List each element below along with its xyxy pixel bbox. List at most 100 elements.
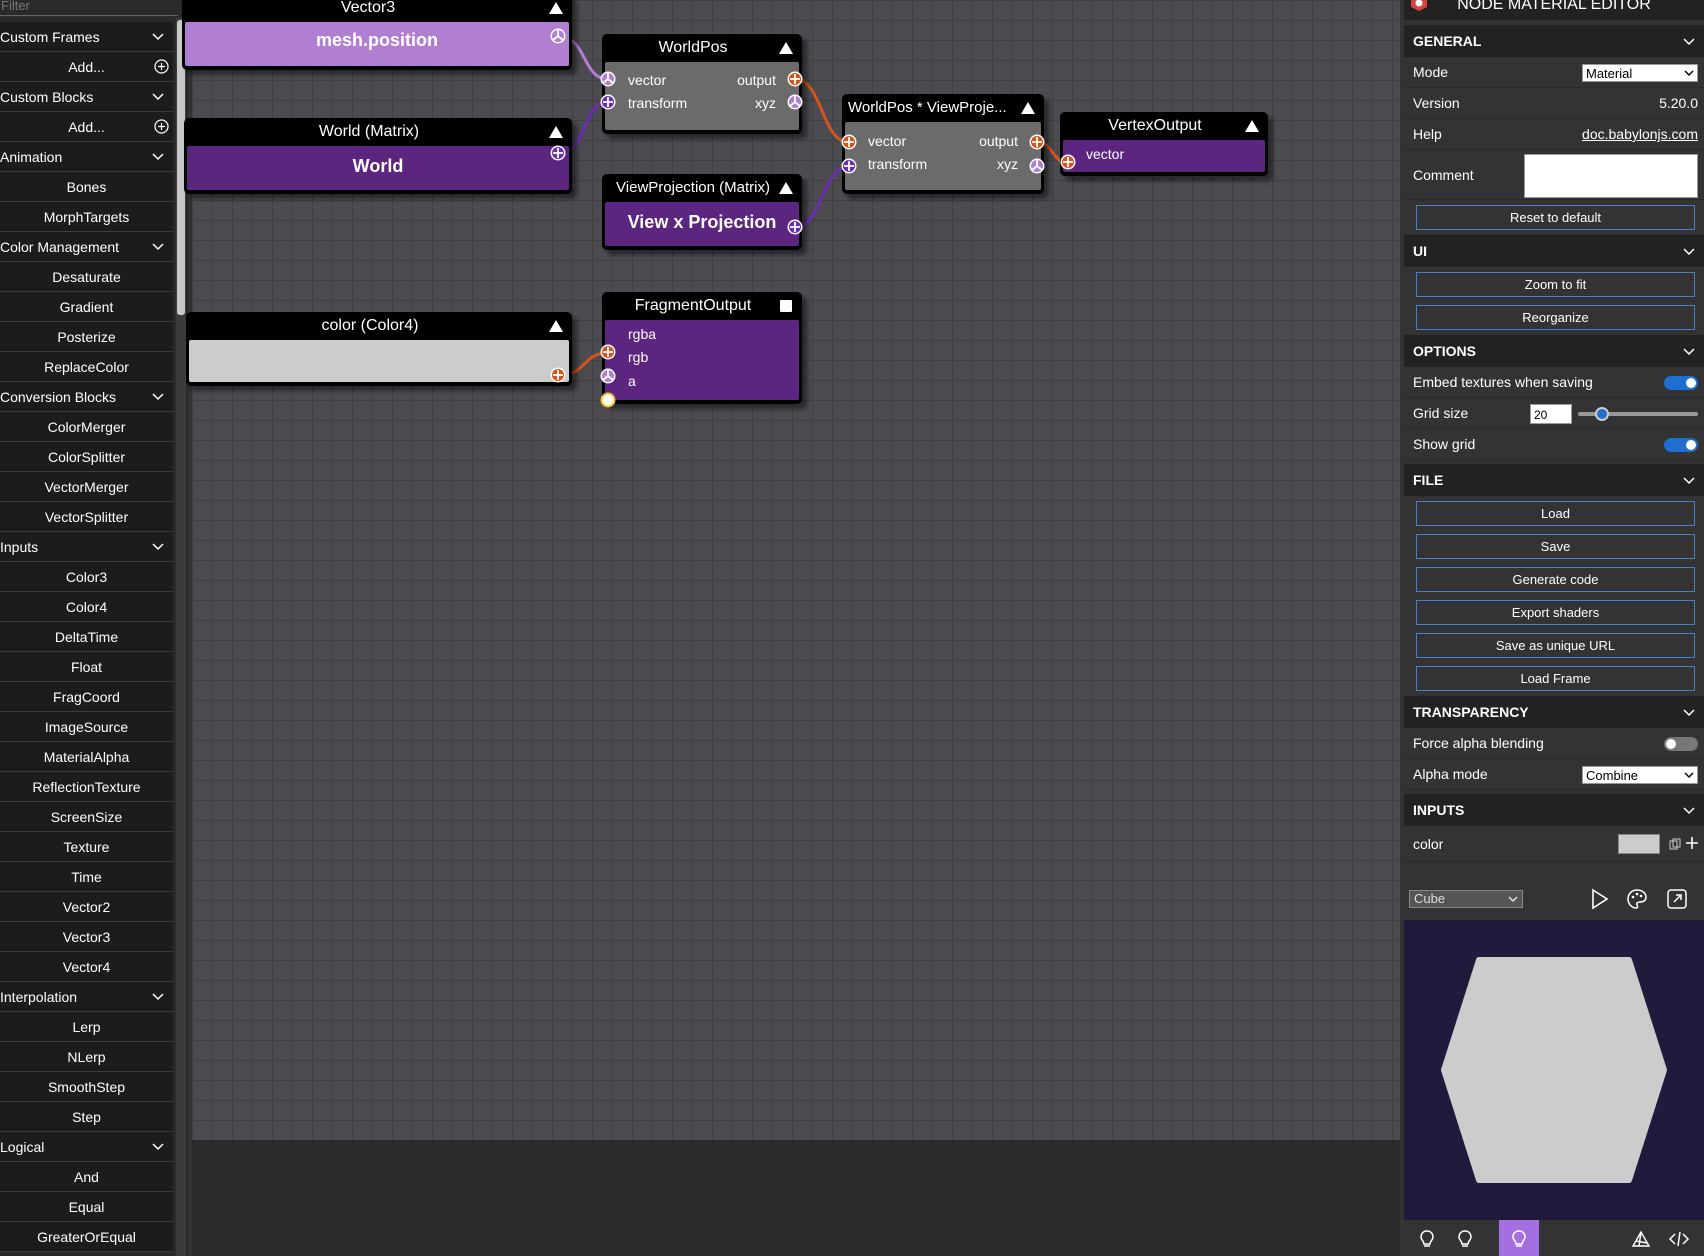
collapse-icon[interactable] — [778, 41, 794, 55]
reset-to-default-button[interactable]: Reset to default — [1416, 205, 1695, 230]
add-circle-icon[interactable] — [154, 119, 169, 134]
category-header[interactable]: Custom Blocks — [0, 82, 173, 112]
node-color4[interactable]: color (Color4) — [186, 312, 572, 386]
palette-item[interactable]: VectorMerger — [0, 472, 173, 502]
palette-item[interactable]: MorphTargets — [0, 202, 173, 232]
category-header[interactable]: Conversion Blocks — [0, 382, 173, 412]
palette-item[interactable]: And — [0, 1162, 173, 1192]
grid-size-slider[interactable] — [1578, 407, 1698, 421]
palette-item[interactable]: FragCoord — [0, 682, 173, 712]
section-file[interactable]: FILE — [1404, 464, 1704, 496]
node-viewprojection-matrix[interactable]: ViewProjection (Matrix) View x Projectio… — [602, 174, 802, 250]
graph-canvas[interactable]: Vector3 mesh.position World (Matrix) Wor… — [182, 0, 1400, 1140]
collapse-icon[interactable] — [548, 125, 564, 139]
save-button[interactable]: Save — [1416, 534, 1695, 559]
palette-item[interactable]: Bones — [0, 172, 173, 202]
node-vector3[interactable]: Vector3 mesh.position — [182, 0, 572, 70]
slider-handle[interactable] — [1595, 407, 1609, 421]
category-header[interactable]: Custom Frames — [0, 22, 173, 52]
palette-item[interactable]: Posterize — [0, 322, 173, 352]
help-link[interactable]: doc.babylonjs.com — [1582, 119, 1698, 150]
section-options[interactable]: OPTIONS — [1404, 335, 1704, 367]
add-circle-icon[interactable] — [154, 59, 169, 74]
load-frame-button[interactable]: Load Frame — [1416, 666, 1695, 691]
palette-item[interactable]: SmoothStep — [0, 1072, 173, 1102]
stop-icon[interactable] — [778, 299, 794, 313]
palette-item[interactable]: ColorSplitter — [0, 442, 173, 472]
palette-item[interactable]: ReplaceColor — [0, 352, 173, 382]
palette-item[interactable]: Vector2 — [0, 892, 173, 922]
palette-item[interactable]: ImageSource — [0, 712, 173, 742]
code-icon[interactable] — [1668, 1228, 1690, 1250]
zoom-to-fit-button[interactable]: Zoom to fit — [1416, 272, 1695, 297]
collapse-icon[interactable] — [778, 181, 794, 195]
palette-item[interactable]: Equal — [0, 1192, 173, 1222]
category-header[interactable]: Inputs — [0, 532, 173, 562]
preview-mesh-select[interactable]: Cube — [1409, 890, 1523, 908]
export-shaders-button[interactable]: Export shaders — [1416, 600, 1695, 625]
light-bulb-icon[interactable] — [1508, 1228, 1530, 1250]
section-transparency[interactable]: TRANSPARENCY — [1404, 696, 1704, 728]
palette-item[interactable]: Add... — [0, 52, 173, 82]
category-header[interactable]: Logical — [0, 1132, 173, 1162]
input-color-swatch[interactable] — [1618, 834, 1660, 854]
light-bulb-icon[interactable] — [1454, 1228, 1476, 1250]
node-worldpos[interactable]: WorldPos vector transform output xyz — [602, 34, 802, 134]
palette-item[interactable]: VectorSplitter — [0, 502, 173, 532]
palette-item[interactable]: Vector3 — [0, 922, 173, 952]
palette-item[interactable]: Step — [0, 1102, 173, 1132]
node-fragmentoutput[interactable]: FragmentOutput rgba rgb a — [602, 292, 802, 404]
copy-icon[interactable] — [1669, 838, 1681, 850]
node-vertexoutput[interactable]: VertexOutput vector — [1060, 112, 1268, 176]
force-alpha-toggle[interactable] — [1664, 737, 1698, 751]
alpha-mode-select[interactable]: Combine — [1582, 766, 1698, 784]
palette-icon[interactable] — [1626, 888, 1648, 910]
grid-size-input[interactable]: 20 — [1530, 404, 1572, 424]
generate-code-button[interactable]: Generate code — [1416, 567, 1695, 592]
palette-item[interactable]: Texture — [0, 832, 173, 862]
palette-item[interactable]: ColorMerger — [0, 412, 173, 442]
palette-item[interactable]: GreaterOrEqual — [0, 1222, 173, 1252]
wireframe-icon[interactable] — [1630, 1228, 1652, 1250]
mode-select[interactable]: Material — [1582, 64, 1698, 82]
preview-viewport[interactable] — [1404, 920, 1704, 1220]
palette-item[interactable]: Color4 — [0, 592, 173, 622]
palette-item[interactable]: ReflectionTexture — [0, 772, 173, 802]
section-general[interactable]: GENERAL — [1404, 25, 1704, 57]
category-header[interactable]: Color Management — [0, 232, 173, 262]
palette-item[interactable]: DeltaTime — [0, 622, 173, 652]
light-bulb-icon[interactable] — [1416, 1228, 1438, 1250]
open-external-icon[interactable] — [1666, 888, 1688, 910]
comment-textarea[interactable] — [1524, 154, 1698, 198]
collapse-icon[interactable] — [1020, 101, 1036, 115]
palette-item[interactable]: MaterialAlpha — [0, 742, 173, 772]
palette-item[interactable]: Time — [0, 862, 173, 892]
section-inputs[interactable]: INPUTS — [1404, 794, 1704, 826]
load-button[interactable]: Load — [1416, 501, 1695, 526]
palette-item[interactable]: Vector4 — [0, 952, 173, 982]
palette-item[interactable]: Desaturate — [0, 262, 173, 292]
save-unique-url-button[interactable]: Save as unique URL — [1416, 633, 1695, 658]
palette-item[interactable]: Gradient — [0, 292, 173, 322]
collapse-icon[interactable] — [548, 1, 564, 15]
node-worldpos-viewprojection[interactable]: WorldPos * ViewProje... vector transform… — [842, 94, 1044, 194]
node-world-matrix[interactable]: World (Matrix) World — [184, 118, 572, 194]
palette-item[interactable]: ScreenSize — [0, 802, 173, 832]
palette-item[interactable]: NLerp — [0, 1042, 173, 1072]
category-header[interactable]: Interpolation — [0, 982, 173, 1012]
embed-textures-toggle[interactable] — [1664, 376, 1698, 390]
filter-input[interactable]: Filter — [0, 0, 178, 16]
palette-item[interactable]: Float — [0, 652, 173, 682]
palette-item[interactable]: Add... — [0, 112, 173, 142]
category-header[interactable]: Animation — [0, 142, 173, 172]
add-icon[interactable] — [1685, 836, 1699, 850]
collapse-icon[interactable] — [1244, 119, 1260, 133]
collapse-icon[interactable] — [548, 319, 564, 333]
reorganize-button[interactable]: Reorganize — [1416, 305, 1695, 330]
palette-scrollbar[interactable] — [176, 18, 186, 1256]
palette-item[interactable]: Lerp — [0, 1012, 173, 1042]
show-grid-toggle[interactable] — [1664, 438, 1698, 452]
palette-item[interactable]: Color3 — [0, 562, 173, 592]
play-icon[interactable] — [1588, 888, 1610, 910]
section-ui[interactable]: UI — [1404, 235, 1704, 267]
